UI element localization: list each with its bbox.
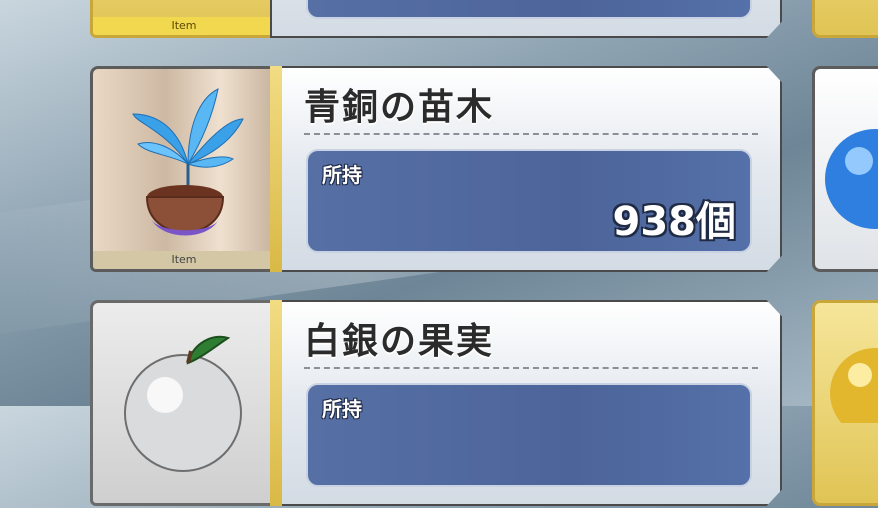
item-name: 青銅の苗木 [304,87,495,128]
side-item-thumbnail[interactable] [812,300,878,506]
item-name: 白銀の果実 [304,321,495,362]
item-thumbnail: Item [90,66,278,272]
blue-sapling-icon [132,88,244,236]
divider [304,133,758,135]
blue-orb-icon [825,129,878,229]
gold-orb-icon [830,348,878,438]
owned-label: 所持 [322,397,362,421]
item-caption: Item [93,17,275,35]
item-thumbnail: Item [90,0,278,38]
owned-label: 所持 [322,163,362,187]
item-card-bronze-sapling[interactable]: Item 青銅の苗木 所持 938個 [90,66,782,274]
gold-edge [270,300,282,506]
side-item-thumbnail[interactable] [812,0,878,38]
item-caption: Item [93,251,275,269]
item-card-silver-fruit[interactable]: 白銀の果実 所持 [90,300,782,508]
owned-box: 所持 [306,383,752,487]
owned-value: 938個 [612,199,737,245]
owned-box: 所持 938個 [306,149,752,253]
owned-box [306,0,752,19]
divider [304,367,758,369]
side-item-thumbnail[interactable] [812,66,878,272]
silver-apple-icon [124,335,242,472]
item-thumbnail [90,300,278,506]
item-card-top[interactable]: Item [90,0,782,40]
gold-edge [270,66,282,272]
